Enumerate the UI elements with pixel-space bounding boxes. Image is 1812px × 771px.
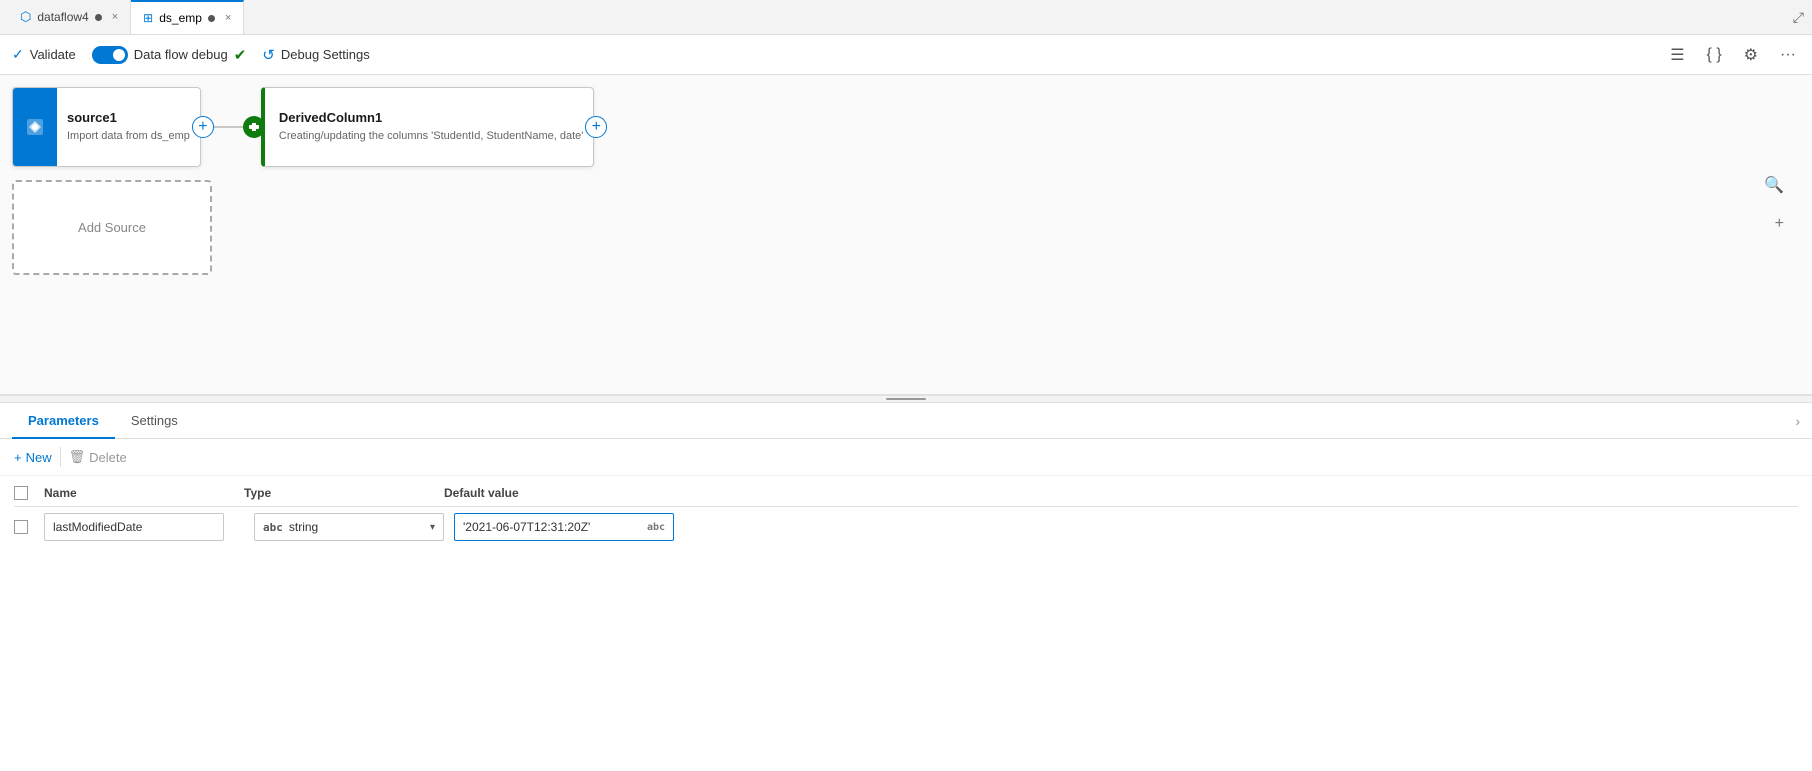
canvas-search-icon[interactable]: 🔍 bbox=[1764, 175, 1784, 195]
data-flow-debug-toggle[interactable]: Data flow debug ✔ bbox=[92, 46, 247, 64]
derived-column1-body: DerivedColumn1 Creating/updating the col… bbox=[265, 88, 593, 166]
data-flow-debug-label: Data flow debug bbox=[134, 47, 228, 62]
tab-ds_emp-label: ds_emp bbox=[159, 11, 202, 25]
code-icon[interactable]: { } bbox=[1703, 42, 1726, 68]
source1-node-body: source1 Import data from ds_emp bbox=[57, 88, 200, 166]
table-row: abc string ▾ abc bbox=[14, 507, 1798, 547]
row-type-col: abc string ▾ bbox=[244, 513, 444, 541]
delete-trash-icon: 🗑 bbox=[69, 449, 86, 465]
validate-label: Validate bbox=[30, 47, 76, 62]
columns-icon[interactable]: ☰ bbox=[1666, 41, 1688, 69]
panel-tabs: Parameters Settings › bbox=[0, 403, 1812, 439]
header-name: Name bbox=[44, 486, 244, 500]
debug-check-icon: ✔ bbox=[234, 46, 247, 64]
panel-collapse-button[interactable]: › bbox=[1795, 413, 1800, 429]
derived-column1-title: DerivedColumn1 bbox=[279, 110, 583, 125]
default-value-wrapper: abc bbox=[454, 513, 674, 541]
type-select[interactable]: abc string ▾ bbox=[254, 513, 444, 541]
add-source-label: Add Source bbox=[78, 220, 146, 235]
parameters-table: Name Type Default value bbox=[0, 480, 1812, 547]
row-default-col: abc bbox=[444, 513, 694, 541]
delete-button[interactable]: 🗑 Delete bbox=[69, 449, 127, 465]
tab-ds_emp-close[interactable]: × bbox=[225, 12, 231, 24]
dataflow-icon: ⬡ bbox=[20, 9, 31, 25]
type-value: string bbox=[289, 520, 318, 534]
expand-icon[interactable]: ⤢ bbox=[1793, 9, 1804, 26]
default-abc-badge: abc bbox=[647, 522, 665, 533]
new-plus-icon: + bbox=[14, 450, 22, 465]
row-check-col bbox=[14, 520, 44, 534]
new-button[interactable]: + New bbox=[14, 450, 52, 465]
header-default: Default value bbox=[444, 486, 694, 500]
source1-node-icon bbox=[13, 88, 57, 166]
row-name-col bbox=[44, 513, 244, 541]
tab-dataflow4-close[interactable]: × bbox=[112, 11, 118, 23]
toolbar-right: ☰ { } ⚙ ··· bbox=[1666, 41, 1800, 69]
derived-badge bbox=[243, 116, 265, 138]
source1-desc: Import data from ds_emp bbox=[67, 129, 190, 143]
delete-label: Delete bbox=[89, 450, 127, 465]
tab-dataflow4-dot bbox=[95, 14, 102, 21]
tab-parameters-label: Parameters bbox=[28, 413, 99, 428]
panel-content: + New 🗑 Delete Name Type bbox=[0, 439, 1812, 771]
derived-column1-add-button[interactable]: + bbox=[585, 116, 607, 138]
add-source-box[interactable]: Add Source bbox=[12, 180, 212, 275]
header-check-col bbox=[14, 486, 44, 500]
divider-handle[interactable] bbox=[0, 395, 1812, 403]
header-type: Type bbox=[244, 486, 444, 500]
divider-line bbox=[886, 398, 926, 400]
type-abc-prefix: abc bbox=[263, 521, 283, 534]
more-icon[interactable]: ··· bbox=[1776, 42, 1800, 68]
flow-container: source1 Import data from ds_emp + Derive… bbox=[12, 87, 594, 167]
bottom-panel: Parameters Settings › + New 🗑 Delete bbox=[0, 403, 1812, 771]
table-icon: ⊞ bbox=[143, 11, 153, 25]
derived-column1-desc: Creating/updating the columns 'StudentId… bbox=[279, 129, 583, 143]
default-value-input[interactable] bbox=[463, 520, 643, 534]
tab-ds_emp[interactable]: ⊞ ds_emp × bbox=[131, 0, 244, 34]
table-header: Name Type Default value bbox=[14, 480, 1798, 507]
tab-ds_emp-dot bbox=[208, 15, 215, 22]
canvas-expand-icon[interactable]: + bbox=[1775, 215, 1784, 233]
debug-settings-icon: ↺ bbox=[262, 46, 275, 64]
validate-button[interactable]: ✓ Validate bbox=[12, 46, 76, 63]
derived-node-wrapper: DerivedColumn1 Creating/updating the col… bbox=[261, 87, 594, 167]
toolbar-separator bbox=[60, 447, 61, 467]
toolbar: ✓ Validate Data flow debug ✔ ↺ Debug Set… bbox=[0, 35, 1812, 75]
derived-column1-node[interactable]: DerivedColumn1 Creating/updating the col… bbox=[261, 87, 594, 167]
panel-toolbar: + New 🗑 Delete bbox=[0, 439, 1812, 476]
name-input[interactable] bbox=[44, 513, 224, 541]
tab-bar: ⬡ dataflow4 × ⊞ ds_emp × ⤢ bbox=[0, 0, 1812, 35]
tab-parameters[interactable]: Parameters bbox=[12, 404, 115, 439]
debug-settings-button[interactable]: ↺ Debug Settings bbox=[262, 46, 369, 64]
debug-settings-label: Debug Settings bbox=[281, 47, 370, 62]
new-label: New bbox=[26, 450, 52, 465]
tab-settings-label: Settings bbox=[131, 413, 178, 428]
debug-toggle-switch[interactable] bbox=[92, 46, 128, 64]
source1-node[interactable]: source1 Import data from ds_emp + bbox=[12, 87, 201, 167]
canvas-area: source1 Import data from ds_emp + Derive… bbox=[0, 75, 1812, 395]
header-checkbox[interactable] bbox=[14, 486, 28, 500]
tab-settings[interactable]: Settings bbox=[115, 404, 194, 439]
filter-icon[interactable]: ⚙ bbox=[1740, 41, 1762, 69]
type-chevron-icon: ▾ bbox=[430, 522, 435, 533]
source1-title: source1 bbox=[67, 110, 190, 125]
tab-dataflow4[interactable]: ⬡ dataflow4 × bbox=[8, 0, 131, 34]
row-checkbox[interactable] bbox=[14, 520, 28, 534]
tab-dataflow4-label: dataflow4 bbox=[37, 10, 88, 24]
source1-add-button[interactable]: + bbox=[192, 116, 214, 138]
validate-check-icon: ✓ bbox=[12, 46, 24, 63]
